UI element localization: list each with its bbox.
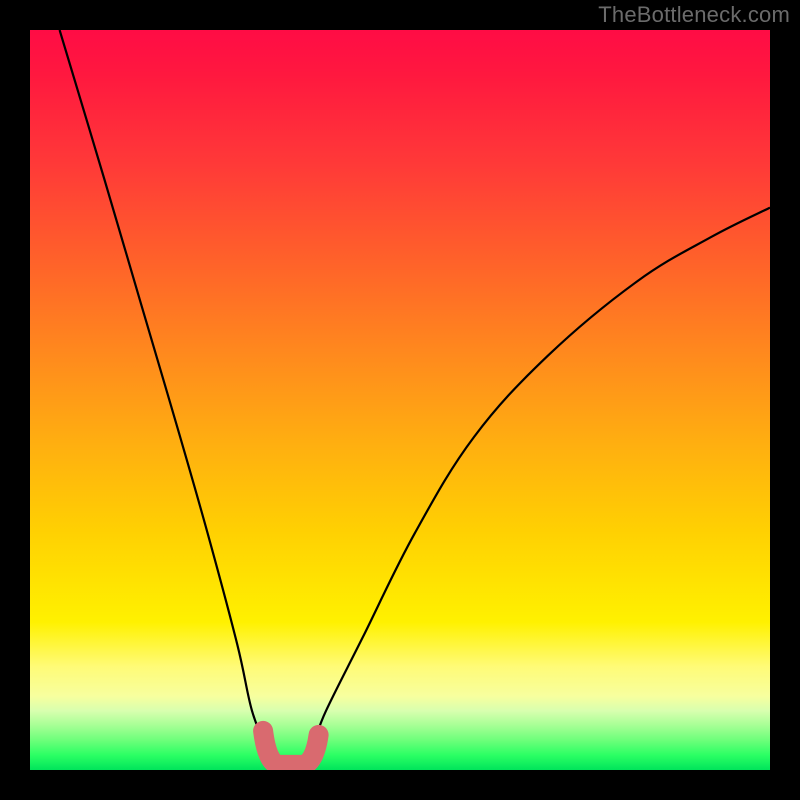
curve-svg <box>30 30 770 770</box>
watermark-text: TheBottleneck.com <box>598 2 790 28</box>
bottleneck-curve-path <box>60 30 770 764</box>
plot-area <box>30 30 770 770</box>
chart-frame: TheBottleneck.com <box>0 0 800 800</box>
trough-marker-path <box>263 731 319 765</box>
